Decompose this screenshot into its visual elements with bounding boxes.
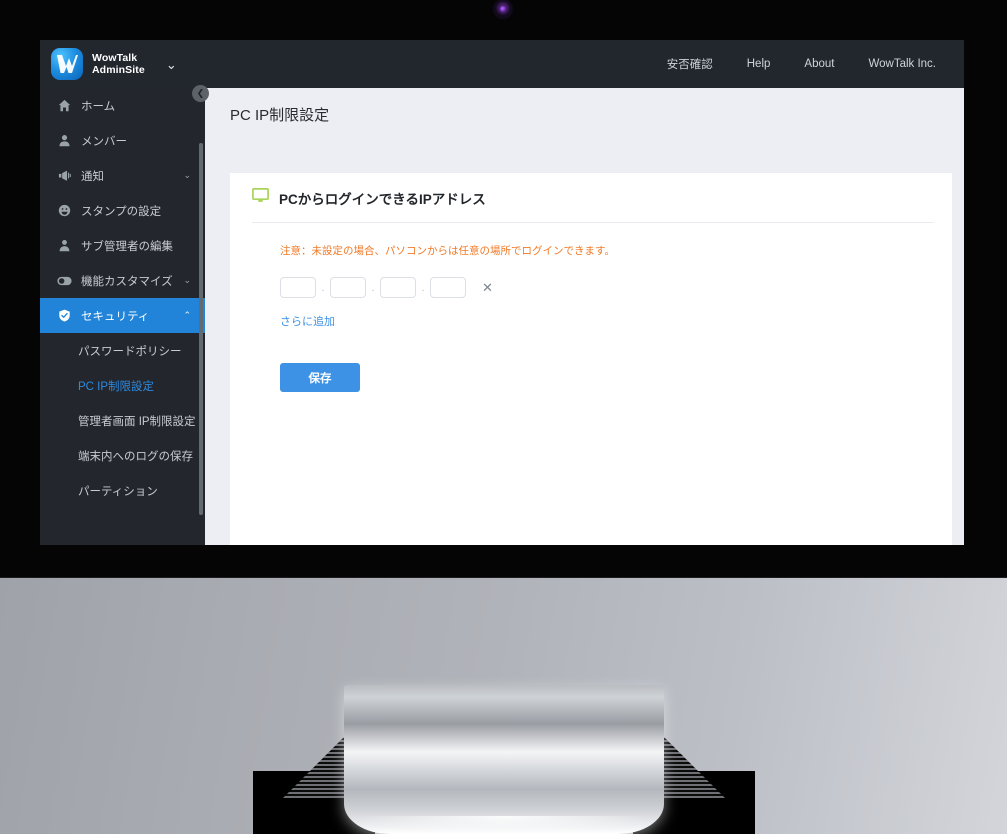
monitor-stand <box>344 685 664 834</box>
sidebar-item-stamps[interactable]: スタンプの設定 <box>40 193 205 228</box>
sidebar-item-members[interactable]: メンバー <box>40 123 205 158</box>
card-body: 注意：未設定の場合、パソコンからは任意の場所でログインできます。 . . . ✕… <box>230 223 952 392</box>
chevron-down-icon[interactable]: ⌄ <box>183 171 191 180</box>
chevron-down-icon[interactable]: ⌄ <box>183 276 191 285</box>
user-tie-icon <box>56 239 73 252</box>
sidebar-subitem-device-log-storage[interactable]: 端末内へのログの保存 <box>40 438 205 473</box>
photo-backdrop <box>0 578 1007 834</box>
sidebar-item-label: メンバー <box>81 135 127 148</box>
sidebar-nav: ホーム メンバー 通知 ⌄ スタンプの設定 サブ管理者の編集 機能カスタマイズ … <box>40 88 205 545</box>
top-nav: 安否確認 Help About WowTalk Inc. <box>667 56 936 72</box>
sidebar-item-subadmins[interactable]: サブ管理者の編集 <box>40 228 205 263</box>
chevron-left-icon: ❮ <box>196 88 205 98</box>
topnav-item-2[interactable]: About <box>804 58 834 70</box>
sidebar-item-security[interactable]: セキュリティ ⌃ <box>40 298 205 333</box>
sidebar-collapse-button[interactable]: ❮ <box>192 85 209 102</box>
sidebar-item-notifications[interactable]: 通知 ⌄ <box>40 158 205 193</box>
page-title: PC IP制限設定 <box>230 107 330 124</box>
sidebar-subitem-pc-ip-restriction[interactable]: PC IP制限設定 <box>40 368 205 403</box>
smiley-icon <box>56 204 73 217</box>
sidebar-item-label: ホーム <box>81 100 116 113</box>
settings-card: PCからログインできるIPアドレス 注意：未設定の場合、パソコンからは任意の場所… <box>230 173 952 545</box>
wowtalk-logo-icon <box>51 48 83 80</box>
sidebar-subitem-password-policy[interactable]: パスワードポリシー <box>40 333 205 368</box>
sidebar-item-label: 通知 <box>81 170 104 183</box>
sidebar-subitem-label: パーティション <box>78 485 158 498</box>
user-icon <box>56 134 73 147</box>
topnav-item-1[interactable]: Help <box>747 58 771 70</box>
ip-octet-2[interactable] <box>330 277 366 298</box>
sidebar-item-label: スタンプの設定 <box>81 205 162 218</box>
ip-octet-1[interactable] <box>280 277 316 298</box>
main-content: PC IP制限設定 PCからログインできるIPアドレス 注意：未設定の場合、パソ… <box>218 88 964 545</box>
save-button[interactable]: 保存 <box>280 363 360 392</box>
sidebar-subitem-label: 管理者画面 IP制限設定 <box>78 415 196 428</box>
topnav-item-3[interactable]: WowTalk Inc. <box>868 58 936 70</box>
chevron-down-icon[interactable]: ⌄ <box>166 58 177 71</box>
sidebar-item-home[interactable]: ホーム <box>40 88 205 123</box>
sidebar-item-label: セキュリティ <box>81 310 150 323</box>
close-icon[interactable]: ✕ <box>482 281 493 294</box>
sidebar-subitem-label: 端末内へのログの保存 <box>78 450 193 463</box>
webcam-icon <box>495 1 511 17</box>
sidebar-subitem-partition[interactable]: パーティション <box>40 473 205 508</box>
sidebar-subitem-label: PC IP制限設定 <box>78 380 155 393</box>
screenshot-stage: WowTalk AdminSite ⌄ 安否確認 Help About WowT… <box>0 0 1007 834</box>
brand-logo-group[interactable]: WowTalk AdminSite ⌄ <box>51 48 177 80</box>
stand-reflection <box>360 816 650 834</box>
ip-separator: . <box>321 281 325 294</box>
topnav-item-0[interactable]: 安否確認 <box>667 56 713 72</box>
ip-octet-4[interactable] <box>430 277 466 298</box>
shield-icon <box>56 309 73 322</box>
sidebar-item-label: サブ管理者の編集 <box>81 240 173 253</box>
card-heading: PCからログインできるIPアドレス <box>279 191 486 207</box>
ip-address-row: . . . ✕ <box>280 277 952 298</box>
sidebar-subitem-label: パスワードポリシー <box>78 345 182 358</box>
chevron-up-icon[interactable]: ⌃ <box>183 311 191 320</box>
home-icon <box>56 99 73 112</box>
monitor-stand-group <box>0 578 1007 834</box>
ip-separator: . <box>421 281 425 294</box>
ip-octet-3[interactable] <box>380 277 416 298</box>
monitor-icon <box>252 187 269 208</box>
sidebar-item-customize[interactable]: 機能カスタマイズ ⌄ <box>40 263 205 298</box>
sidebar-subitem-admin-ip-restriction[interactable]: 管理者画面 IP制限設定 <box>40 403 205 438</box>
brand-name: WowTalk AdminSite <box>92 51 145 77</box>
add-ip-link[interactable]: さらに追加 <box>280 313 952 329</box>
card-header: PCからログインできるIPアドレス <box>230 173 952 222</box>
warning-text: 注意：未設定の場合、パソコンからは任意の場所でログインできます。 <box>280 245 615 257</box>
top-header-bar: WowTalk AdminSite ⌄ 安否確認 Help About WowT… <box>40 40 964 88</box>
toggle-icon <box>56 276 73 286</box>
sidebar-scrollbar[interactable] <box>199 143 203 515</box>
ip-separator: . <box>371 281 375 294</box>
screen-viewport: WowTalk AdminSite ⌄ 安否確認 Help About WowT… <box>40 40 964 545</box>
megaphone-icon <box>56 169 73 182</box>
sidebar-item-label: 機能カスタマイズ <box>81 275 173 288</box>
